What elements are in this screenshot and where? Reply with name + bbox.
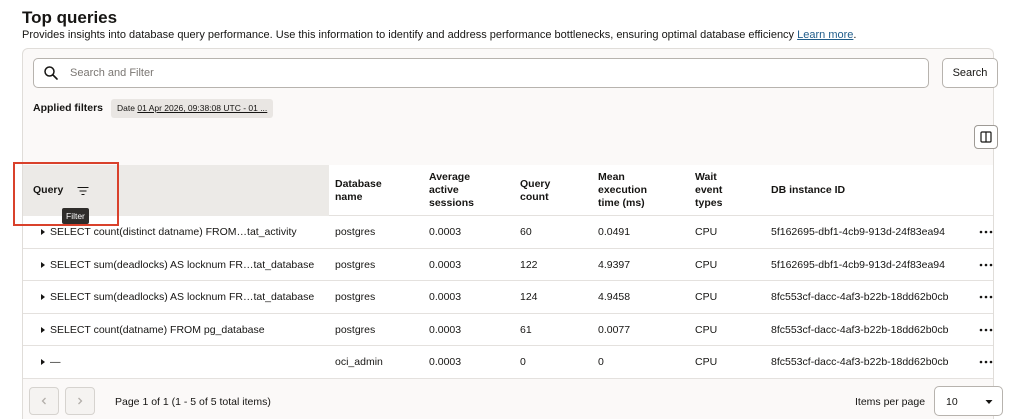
column-header-average-active-sessions[interactable]: Average active sessions [429,165,491,216]
top-queries-panel: Search Applied filters Date 01 Apr 2026,… [22,48,1003,419]
db-instance-id-cell: 5f162695-dbf1-4cb9-913d-24f83ea94 [771,258,945,271]
search-icon [44,66,58,80]
columns-icon [980,131,992,143]
column-header-db-instance-id[interactable]: DB instance ID [771,165,891,216]
chip-key: Date [117,103,135,113]
table-row[interactable]: SELECT sum(deadlocks) AS locknum FR…tat_… [23,249,996,281]
page-description: Provides insights into database query pe… [22,29,856,41]
column-header-database-name[interactable]: Database name [335,165,405,216]
search-field[interactable] [33,58,929,88]
db-instance-id-cell: 8fc553cf-dacc-4af3-b22b-18dd62b0cb [771,323,949,336]
mean-execution-time-cell: 0.0491 [598,226,631,238]
description-end: . [853,29,857,41]
table-row[interactable]: SELECT sum(deadlocks) AS locknum FR…tat_… [23,281,993,314]
applied-filters-label: Applied filters [33,102,104,114]
expand-row-icon[interactable] [38,260,48,270]
query-count-cell: 122 [520,258,538,271]
expand-row-icon[interactable] [38,227,48,237]
query-count-cell: 60 [520,226,532,238]
wait-event-types-cell: CPU [695,356,718,368]
search-button[interactable]: Search [942,58,998,88]
wait-event-types-cell: CPU [695,291,718,303]
average-active-sessions-cell: 0.0003 [429,323,462,336]
query-cell: SELECT sum(deadlocks) AS locknum FR…tat_… [50,291,315,303]
query-cell: SELECT count(datname) FROM pg_database [50,323,265,336]
more-actions-icon[interactable] [976,225,996,239]
wait-event-types-cell: CPU [695,226,718,238]
query-cell: SELECT sum(deadlocks) AS locknum FR…tat_… [50,258,315,271]
mean-execution-time-cell: 4.9397 [598,258,631,271]
column-header-wait-event-types[interactable]: Wait event types [695,165,743,216]
description-text: Provides insights into database query pe… [22,29,795,41]
wait-event-types-cell: CPU [695,323,718,336]
column-header-query-label: Query [33,184,64,196]
learn-more-link[interactable]: Learn more [797,29,853,41]
database-name-cell: postgres [335,258,376,271]
mean-execution-time-cell: 0.0077 [598,323,631,336]
db-instance-id-cell: 8fc553cf-dacc-4af3-b22b-18dd62b0cb [771,356,949,368]
queries-table: Query Database name Average active sessi… [23,165,993,379]
expand-row-icon[interactable] [38,292,48,302]
table-body: SELECT count(distinct datname) FROM…tat_… [23,216,993,379]
page-title: Top queries [22,8,118,27]
items-per-page-select[interactable]: 10 [934,386,1003,416]
chevron-left-icon [41,397,46,405]
items-per-page-label: Items per page [855,396,926,408]
table-header: Query Database name Average active sessi… [23,165,993,216]
next-page-button[interactable] [65,387,95,415]
table-row[interactable]: SELECT count(datname) FROM pg_database po… [23,314,996,346]
expand-row-icon[interactable] [38,325,48,335]
database-name-cell: postgres [335,226,376,238]
chevron-right-icon [78,397,83,405]
database-name-cell: postgres [335,291,376,303]
average-active-sessions-cell: 0.0003 [429,226,462,238]
average-active-sessions-cell: 0.0003 [429,356,462,368]
query-cell: — [50,356,61,368]
previous-page-button[interactable] [29,387,59,415]
average-active-sessions-cell: 0.0003 [429,291,462,303]
mean-execution-time-cell: 0 [598,356,604,368]
column-header-query-count[interactable]: Query count [520,165,570,216]
database-name-cell: postgres [335,323,376,336]
caret-down-icon [985,400,993,404]
query-count-cell: 61 [520,323,532,336]
filter-tooltip: Filter [62,208,89,224]
filter-icon[interactable] [77,186,89,196]
date-filter-chip[interactable]: Date 01 Apr 2026, 09:38:08 UTC - 01 ... [111,99,274,118]
items-per-page-value: 10 [946,396,958,408]
more-actions-icon[interactable] [976,290,996,304]
more-actions-icon[interactable] [976,323,996,337]
table-row[interactable]: SELECT count(distinct datname) FROM…tat_… [23,216,993,249]
query-count-cell: 124 [520,291,538,303]
search-input[interactable] [70,67,870,79]
db-instance-id-cell: 8fc553cf-dacc-4af3-b22b-18dd62b0cb [771,291,949,303]
average-active-sessions-cell: 0.0003 [429,258,462,271]
db-instance-id-cell: 5f162695-dbf1-4cb9-913d-24f83ea94 [771,226,945,238]
pagination-summary: Page 1 of 1 (1 - 5 of 5 total items) [115,396,271,408]
query-cell: SELECT count(distinct datname) FROM…tat_… [50,226,297,238]
more-actions-icon[interactable] [976,355,996,369]
columns-button[interactable] [974,125,998,149]
query-count-cell: 0 [520,356,526,368]
chip-value: 01 Apr 2026, 09:38:08 UTC - 01 ... [137,103,268,113]
database-name-cell: oci_admin [335,356,383,368]
wait-event-types-cell: CPU [695,258,718,271]
more-actions-icon[interactable] [976,258,996,272]
table-row[interactable]: — oci_admin 0.0003 0 0 CPU 8fc553cf-dacc-4af3-… [23,346,993,379]
pagination-bar: Page 1 of 1 (1 - 5 of 5 total items) Ite… [23,376,1003,419]
column-header-mean-execution-time[interactable]: Mean execution time (ms) [598,165,666,216]
expand-row-icon[interactable] [38,357,48,367]
mean-execution-time-cell: 4.9458 [598,291,631,303]
